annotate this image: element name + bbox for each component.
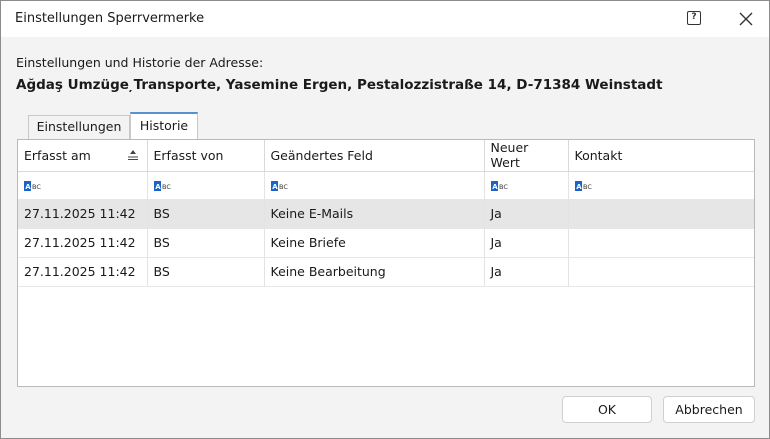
sort-ascending-icon[interactable] [127,149,139,161]
ok-button[interactable]: OK [562,396,652,423]
column-header-label: Erfasst am [24,147,91,163]
filter-cell[interactable]: A BC [18,171,148,200]
address-caption: Einstellungen und Historie der Adresse: [16,55,264,70]
cell-erfasst-am: 27.11.2025 11:42 [18,257,148,287]
tab-einstellungen[interactable]: Einstellungen [28,115,130,139]
svg-text:BC: BC [162,183,171,191]
column-header-label: Neuer Wert [490,140,529,171]
cell-kontakt [568,199,754,229]
cell-kontakt [568,257,754,287]
help-button[interactable]: ? [687,11,701,25]
filter-cell[interactable]: A BC [568,171,754,200]
history-table: Erfasst am Erfasst von Geändertes Feld N… [18,140,754,287]
address-line: Ağdaş Umzüge ̦Transporte, Yasemine Ergen… [16,77,663,93]
dialog-window: Einstellungen Sperrvermerke ? Einstellun… [0,0,770,439]
column-header-erfasst-von[interactable]: Erfasst von [147,140,265,172]
cancel-button[interactable]: Abbrechen [663,396,755,423]
svg-text:BC: BC [499,183,508,191]
table-row[interactable]: 27.11.2025 11:42 BS Keine E-Mails Ja [18,199,754,229]
cell-geaendertes-feld: Keine E-Mails [264,199,485,229]
svg-text:A: A [155,183,161,191]
dialog-content: Einstellungen und Historie der Adresse: … [1,37,769,438]
cell-neuer-wert: Ja [484,257,569,287]
abc-filter-icon: A BC [153,181,171,191]
cell-erfasst-von: BS [147,199,265,229]
close-icon[interactable] [737,10,755,28]
cell-neuer-wert: Ja [484,228,569,258]
filter-cell[interactable]: A BC [264,171,485,200]
cell-neuer-wert: Ja [484,199,569,229]
cell-erfasst-von: BS [147,257,265,287]
window-title: Einstellungen Sperrvermerke [15,11,205,26]
title-bar: Einstellungen Sperrvermerke ? [1,1,769,37]
help-icon: ? [691,12,697,22]
cell-kontakt [568,228,754,258]
svg-text:BC: BC [32,183,41,191]
abc-filter-icon: A BC [574,181,592,191]
column-header-label: Erfasst von [153,147,224,163]
svg-text:A: A [25,183,31,191]
filter-row: A BC A BC A BC A BC A BC [18,171,754,200]
column-header-geaendertes-feld[interactable]: Geändertes Feld [264,140,485,172]
svg-text:BC: BC [583,183,592,191]
cell-geaendertes-feld: Keine Briefe [264,228,485,258]
header-row: Erfasst am Erfasst von Geändertes Feld N… [18,140,754,172]
cell-erfasst-am: 27.11.2025 11:42 [18,199,148,229]
svg-text:A: A [576,183,582,191]
cell-geaendertes-feld: Keine Bearbeitung [264,257,485,287]
column-header-label: Geändertes Feld [270,147,373,163]
filter-cell[interactable]: A BC [147,171,265,200]
svg-text:A: A [492,183,498,191]
cell-erfasst-am: 27.11.2025 11:42 [18,228,148,258]
column-header-kontakt[interactable]: Kontakt [568,140,754,172]
svg-text:BC: BC [279,183,288,191]
table-row[interactable]: 27.11.2025 11:42 BS Keine Briefe Ja [18,228,754,258]
cell-erfasst-von: BS [147,228,265,258]
abc-filter-icon: A BC [490,181,508,191]
abc-filter-icon: A BC [270,181,288,191]
filter-cell[interactable]: A BC [484,171,569,200]
tab-historie[interactable]: Historie [130,112,198,139]
column-header-neuer-wert[interactable]: Neuer Wert [484,140,569,172]
table-row[interactable]: 27.11.2025 11:42 BS Keine Bearbeitung Ja [18,257,754,287]
column-header-erfasst-am[interactable]: Erfasst am [18,140,148,172]
abc-filter-icon: A BC [24,181,41,191]
column-header-label: Kontakt [574,147,623,163]
svg-text:A: A [272,183,278,191]
history-grid: Erfasst am Erfasst von Geändertes Feld N… [17,139,755,387]
